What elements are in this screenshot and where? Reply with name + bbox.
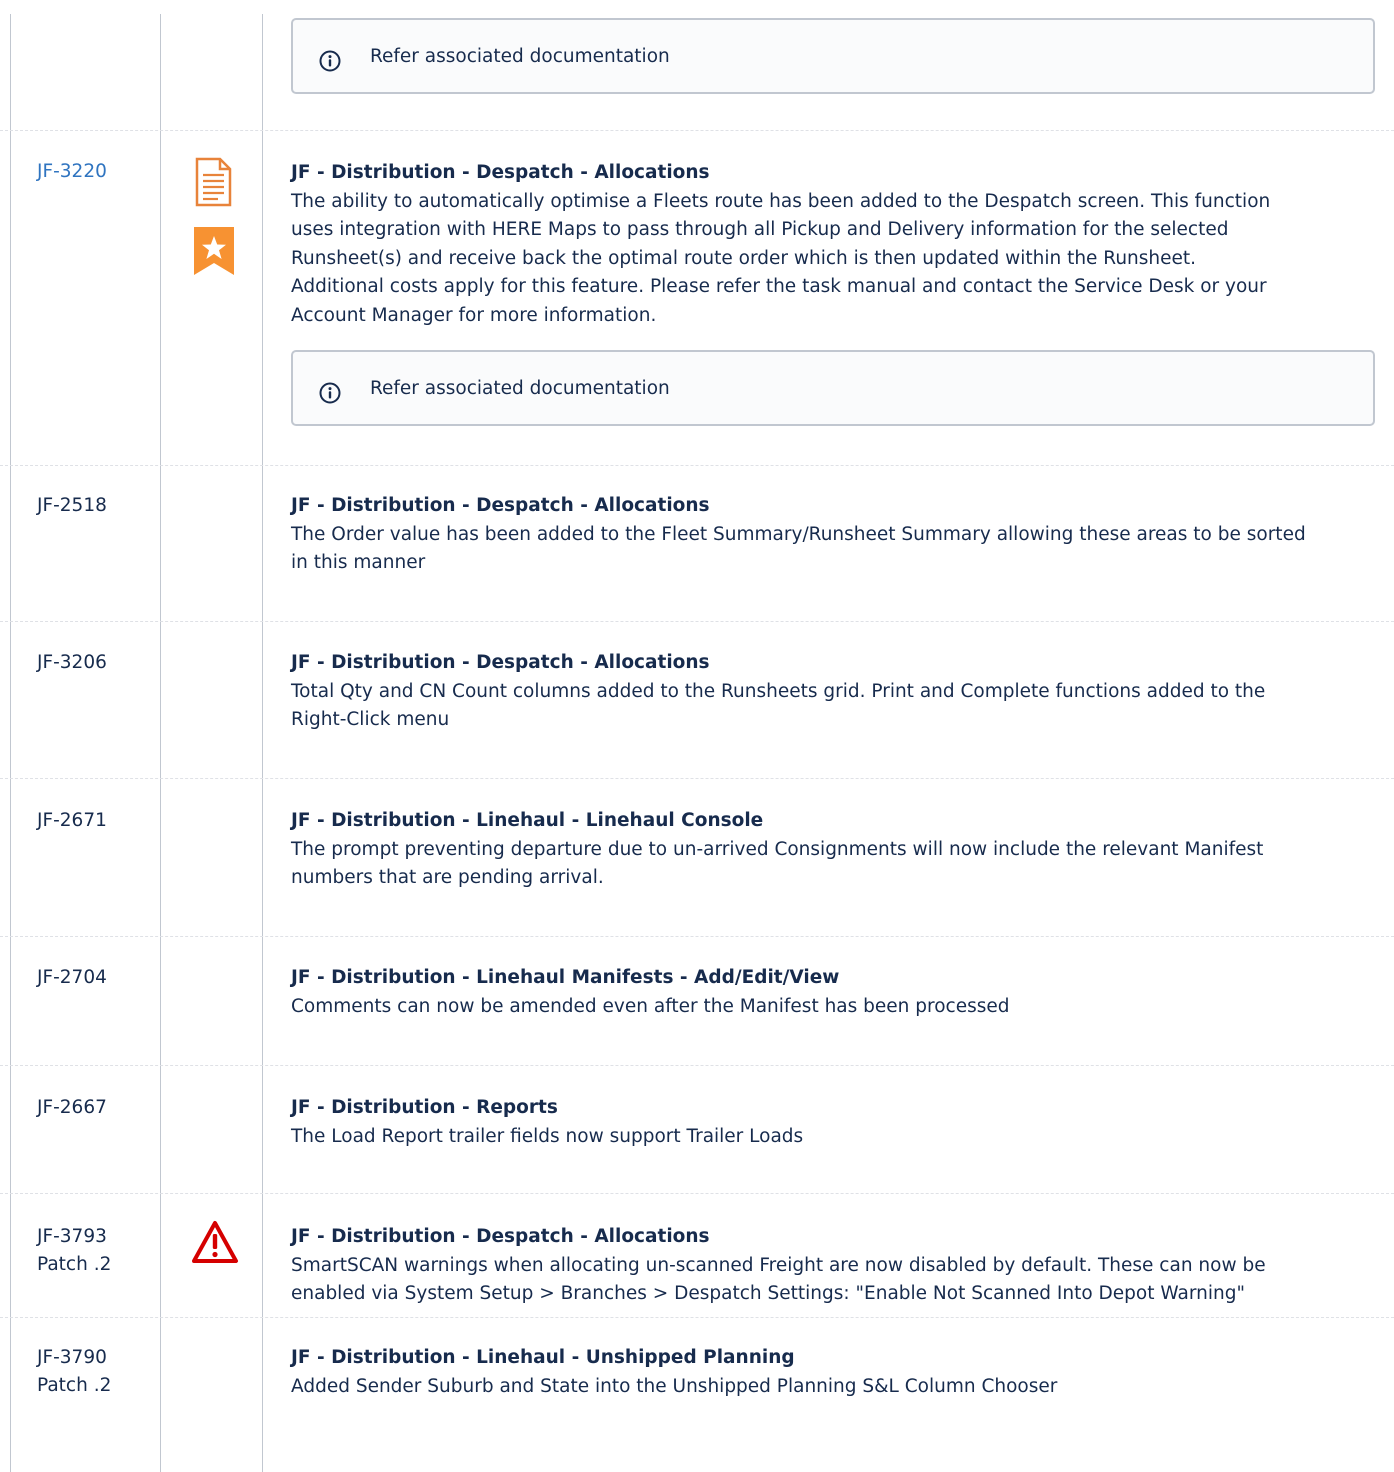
note-title: JF - Distribution - Linehaul - Unshipped… (291, 1347, 795, 1368)
row-separator (0, 936, 1394, 937)
release-note-content: JF - Distribution - Linehaul - Unshipped… (291, 1344, 1381, 1401)
row-separator (0, 778, 1394, 779)
release-note-content: JF - Distribution - Despatch - Allocatio… (291, 649, 1381, 735)
panel-text: Refer associated documentation (370, 46, 670, 67)
note-title: JF - Distribution - Linehaul Manifests -… (291, 967, 840, 988)
issue-link[interactable]: JF-3220 (37, 161, 107, 182)
issue-key: JF-2667 (37, 1097, 107, 1118)
note-line: Account Manager for more information. (291, 304, 657, 326)
note-line: The Order value has been added to the Fl… (291, 523, 1306, 545)
issue-key: JF-2704 (37, 967, 107, 988)
column-divider-key (160, 14, 161, 1472)
release-note-content: JF - Distribution - Despatch - Allocatio… (291, 159, 1381, 330)
note-line: The ability to automatically optimise a … (291, 190, 1271, 212)
note-line: Additional costs apply for this feature.… (291, 276, 1267, 297)
issue-key[interactable]: JF-3220 (37, 158, 107, 186)
column-divider-icons (262, 14, 263, 1472)
note-line: Added Sender Suburb and State into the U… (291, 1375, 1058, 1397)
issue-key: JF-3793 Patch .2 (37, 1223, 111, 1279)
note-line: in this manner (291, 552, 426, 573)
issue-key: JF-2518 (37, 495, 107, 516)
note-title: JF - Distribution - Reports (291, 1097, 558, 1118)
row-separator (0, 1193, 1394, 1194)
row-separator (0, 621, 1394, 622)
row-separator (0, 465, 1394, 466)
note-line: Total Qty and CN Count columns added to … (291, 680, 1266, 702)
column-divider-left (10, 14, 11, 1472)
note-line: The Load Report trailer fields now suppo… (291, 1125, 804, 1147)
warning-icon (192, 1221, 238, 1263)
info-panel: Refer associated documentation (291, 350, 1375, 426)
row-separator (0, 130, 1394, 131)
note-line: Comments can now be amended even after t… (291, 995, 1010, 1017)
issue-key-text: JF-3790 (37, 1347, 107, 1368)
star-badge-icon (194, 227, 234, 275)
release-note-content: JF - Distribution - Despatch - Allocatio… (291, 1223, 1381, 1309)
patch-label: Patch .2 (37, 1375, 112, 1396)
document-icon (195, 157, 232, 207)
row-separator (0, 1065, 1394, 1066)
note-line: Runsheet(s) and receive back the optimal… (291, 247, 1197, 269)
note-title: JF - Distribution - Linehaul - Linehaul … (291, 810, 764, 831)
note-line: SmartSCAN warnings when allocating un-sc… (291, 1254, 1266, 1276)
note-title: JF - Distribution - Despatch - Allocatio… (291, 162, 710, 183)
issue-key: JF-2671 (37, 810, 107, 831)
issue-key-text: JF-3793 (37, 1226, 107, 1247)
issue-key: JF-3206 (37, 652, 107, 673)
note-title: JF - Distribution - Despatch - Allocatio… (291, 495, 710, 516)
issue-key: JF-3790 Patch .2 (37, 1344, 111, 1400)
info-icon (319, 382, 341, 404)
release-note-content: JF - Distribution - Despatch - Allocatio… (291, 492, 1381, 578)
info-icon (319, 50, 341, 72)
row-separator (0, 1317, 1394, 1318)
info-panel: Refer associated documentation (291, 18, 1375, 94)
note-title: JF - Distribution - Despatch - Allocatio… (291, 1226, 710, 1247)
panel-text: Refer associated documentation (370, 378, 670, 399)
note-line: The prompt preventing departure due to u… (291, 838, 1264, 860)
release-note-content: JF - Distribution - Linehaul - Linehaul … (291, 807, 1381, 893)
note-line: numbers that are pending arrival. (291, 867, 604, 888)
release-note-content: JF - Distribution - Linehaul Manifests -… (291, 964, 1381, 1021)
release-note-content: JF - Distribution - Reports The Load Rep… (291, 1094, 1381, 1151)
note-line: Right-Click menu (291, 709, 450, 730)
note-title: JF - Distribution - Despatch - Allocatio… (291, 652, 710, 673)
patch-label: Patch .2 (37, 1254, 112, 1275)
note-line: uses integration with HERE Maps to pass … (291, 219, 1229, 240)
note-line: enabled via System Setup > Branches > De… (291, 1283, 1245, 1304)
